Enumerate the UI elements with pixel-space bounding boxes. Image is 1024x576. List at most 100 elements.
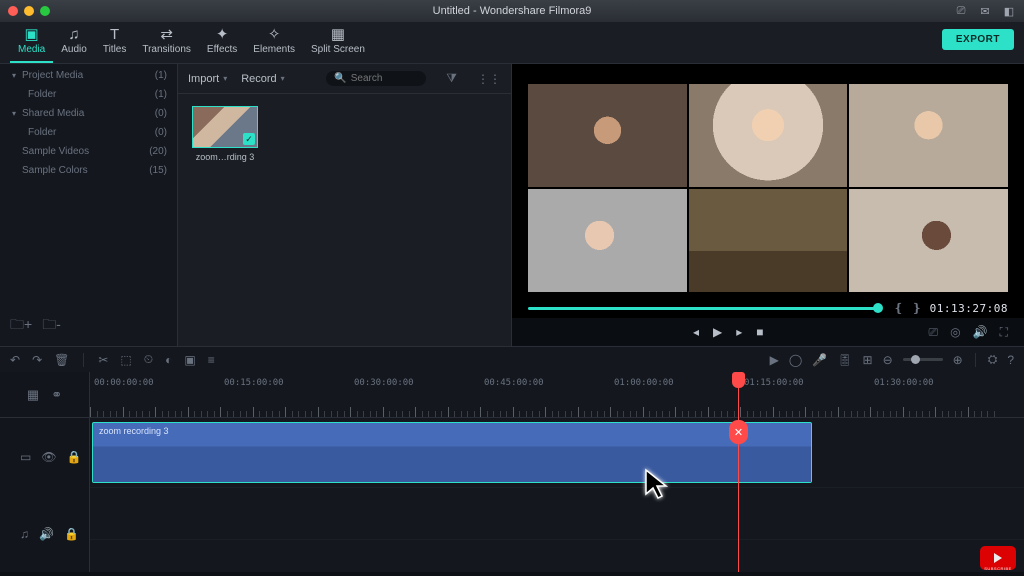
playback-quality-icon[interactable]: ⎚ [929,325,939,340]
zoom-slider[interactable] [903,358,943,361]
subscribe-label: SUBSCRIBE [984,566,1012,571]
audio-track-header[interactable]: ♫ 🔊 🔒 [0,495,89,572]
tree-sample-videos[interactable]: Sample Videos (20) [0,142,177,161]
snapshot-icon[interactable]: ◎ [950,325,960,340]
progress-handle[interactable] [873,303,883,313]
preview-progress[interactable]: ❴ ❵ 01:13:27:08 [528,298,1008,318]
ruler-label: 01:00:00:00 [614,378,674,388]
video-track[interactable]: zoom recording 3 [90,418,1024,488]
tree-sample-colors[interactable]: Sample Colors (15) [0,161,177,180]
media-thumbnail[interactable]: ✓ zoom…rding 3 [190,106,260,162]
timeline-ruler[interactable]: 00:00:00:00 00:15:00:00 00:30:00:00 00:4… [90,372,1024,418]
video-clip[interactable]: zoom recording 3 [92,422,812,483]
step-forward-icon[interactable]: ▸ [736,325,742,339]
play-icon[interactable]: ▶ [713,325,722,339]
titlebar: Untitled - Wondershare Filmora9 ⎚ ✉ ◧ [0,0,1024,22]
tab-transitions[interactable]: ⇄ Transitions [134,23,199,63]
tree-count: (1) [155,89,167,100]
settings-icon[interactable]: ⛭ [988,352,998,367]
preview-video[interactable] [528,84,1008,292]
playhead[interactable]: ✕ [738,372,739,572]
mixer-icon[interactable]: 🎚 [837,353,852,367]
timeline-view-icon[interactable]: ▦ [27,387,39,403]
adjust-icon[interactable]: ≡ [208,353,215,367]
tab-label: Titles [103,44,127,55]
eye-icon[interactable]: 👁 [41,450,56,464]
preview-panel: ❴ ❵ 01:13:27:08 ◂ ▶ ▸ ■ ⎚ ◎ 🔊 ⛶ [512,64,1024,346]
ruler-label: 00:45:00:00 [484,378,544,388]
window-title: Untitled - Wondershare Filmora9 [0,5,1024,17]
audio-track[interactable] [90,488,1024,540]
record-dropdown[interactable]: Record ▾ [241,73,284,85]
tab-elements[interactable]: ✧ Elements [245,23,303,63]
delete-icon[interactable]: 🗑 [54,353,69,367]
delete-folder-icon[interactable]: 🗀- [42,314,61,338]
cut-icon[interactable]: ✂ [98,353,108,367]
video-track-header[interactable]: ▭ 👁 🔒 [0,418,89,495]
zoom-in-icon[interactable]: ⊕ [953,353,963,367]
tree-count: (20) [149,146,167,157]
speed-icon[interactable]: ⏲ [144,352,153,367]
delete-indicator-icon[interactable]: ✕ [729,420,748,444]
tab-effects[interactable]: ✦ Effects [199,23,245,63]
tab-label: Elements [253,44,295,55]
mark-in-icon[interactable]: ❴ [894,301,904,315]
tree-label: Folder [28,127,56,138]
mark-out-icon[interactable]: ❵ [912,301,922,315]
tree-label: Sample Videos [22,146,89,157]
tab-audio[interactable]: ♫ Audio [53,23,95,63]
color-icon[interactable]: ◐ [165,353,172,367]
ruler-label: 00:30:00:00 [354,378,414,388]
timecode-display: 01:13:27:08 [930,302,1008,315]
tree-project-media[interactable]: ▾ Project Media (1) [0,66,177,85]
import-label: Import [188,73,219,85]
voiceover-icon[interactable]: 🎤 [812,353,827,367]
timeline-body[interactable]: 00:00:00:00 00:15:00:00 00:30:00:00 00:4… [90,372,1024,572]
step-back-icon[interactable]: ◂ [693,325,699,339]
track-options-icon[interactable]: ⊞ [863,353,873,367]
link-icon[interactable]: ⚭ [51,387,62,403]
record-label: Record [241,73,276,85]
playhead-handle[interactable] [732,372,745,388]
grid-view-icon[interactable]: ⋮⋮ [477,72,501,86]
tree-label: Folder [28,89,56,100]
tab-titles[interactable]: T Titles [95,23,135,63]
timeline: ▦ ⚭ ▭ 👁 🔒 ♫ 🔊 🔒 00:00:00:00 00:15:00:00 … [0,372,1024,572]
import-dropdown[interactable]: Import ▾ [188,73,227,85]
render-icon[interactable]: ▶ [770,353,779,367]
youtube-subscribe-overlay[interactable]: SUBSCRIBE [980,546,1016,570]
filter-icon[interactable]: ⧩ [446,71,457,86]
mute-icon[interactable]: 🔊 [39,527,54,541]
tree-count: (0) [155,127,167,138]
redo-icon[interactable]: ↷ [32,353,42,367]
green-screen-icon[interactable]: ▣ [184,353,195,367]
new-folder-icon[interactable]: 🗀+ [10,314,32,338]
headphones-icon: ♫ [68,27,79,42]
stop-icon[interactable]: ■ [756,325,763,339]
volume-icon[interactable]: 🔊 [973,325,988,340]
tree-folder[interactable]: Folder (0) [0,123,177,142]
tree-count: (15) [149,165,167,176]
marker-icon[interactable]: ◯ [789,353,802,367]
help-icon[interactable]: ? [1007,353,1014,367]
transitions-icon: ⇄ [160,27,173,42]
undo-icon[interactable]: ↶ [10,353,20,367]
tab-label: Media [18,44,45,55]
search-field[interactable] [351,73,411,84]
lock-icon[interactable]: 🔒 [64,527,79,541]
tab-media[interactable]: ▣ Media [10,23,53,63]
lock-icon[interactable]: 🔒 [67,450,82,464]
search-input[interactable]: 🔍 [326,71,426,86]
tree-shared-media[interactable]: ▾ Shared Media (0) [0,104,177,123]
tab-split-screen[interactable]: ▦ Split Screen [303,23,373,63]
export-button[interactable]: EXPORT [942,29,1014,50]
zoom-out-icon[interactable]: ⊖ [883,353,893,367]
search-icon: 🔍 [334,73,346,84]
tree-folder[interactable]: Folder (1) [0,85,177,104]
chevron-down-icon: ▾ [281,74,285,83]
video-track-icon: ▭ [20,450,31,464]
chevron-down-icon: ▾ [223,74,227,83]
check-icon: ✓ [243,133,255,145]
crop-icon[interactable]: ⬚ [120,353,131,367]
fullscreen-icon[interactable]: ⛶ [1000,325,1008,340]
